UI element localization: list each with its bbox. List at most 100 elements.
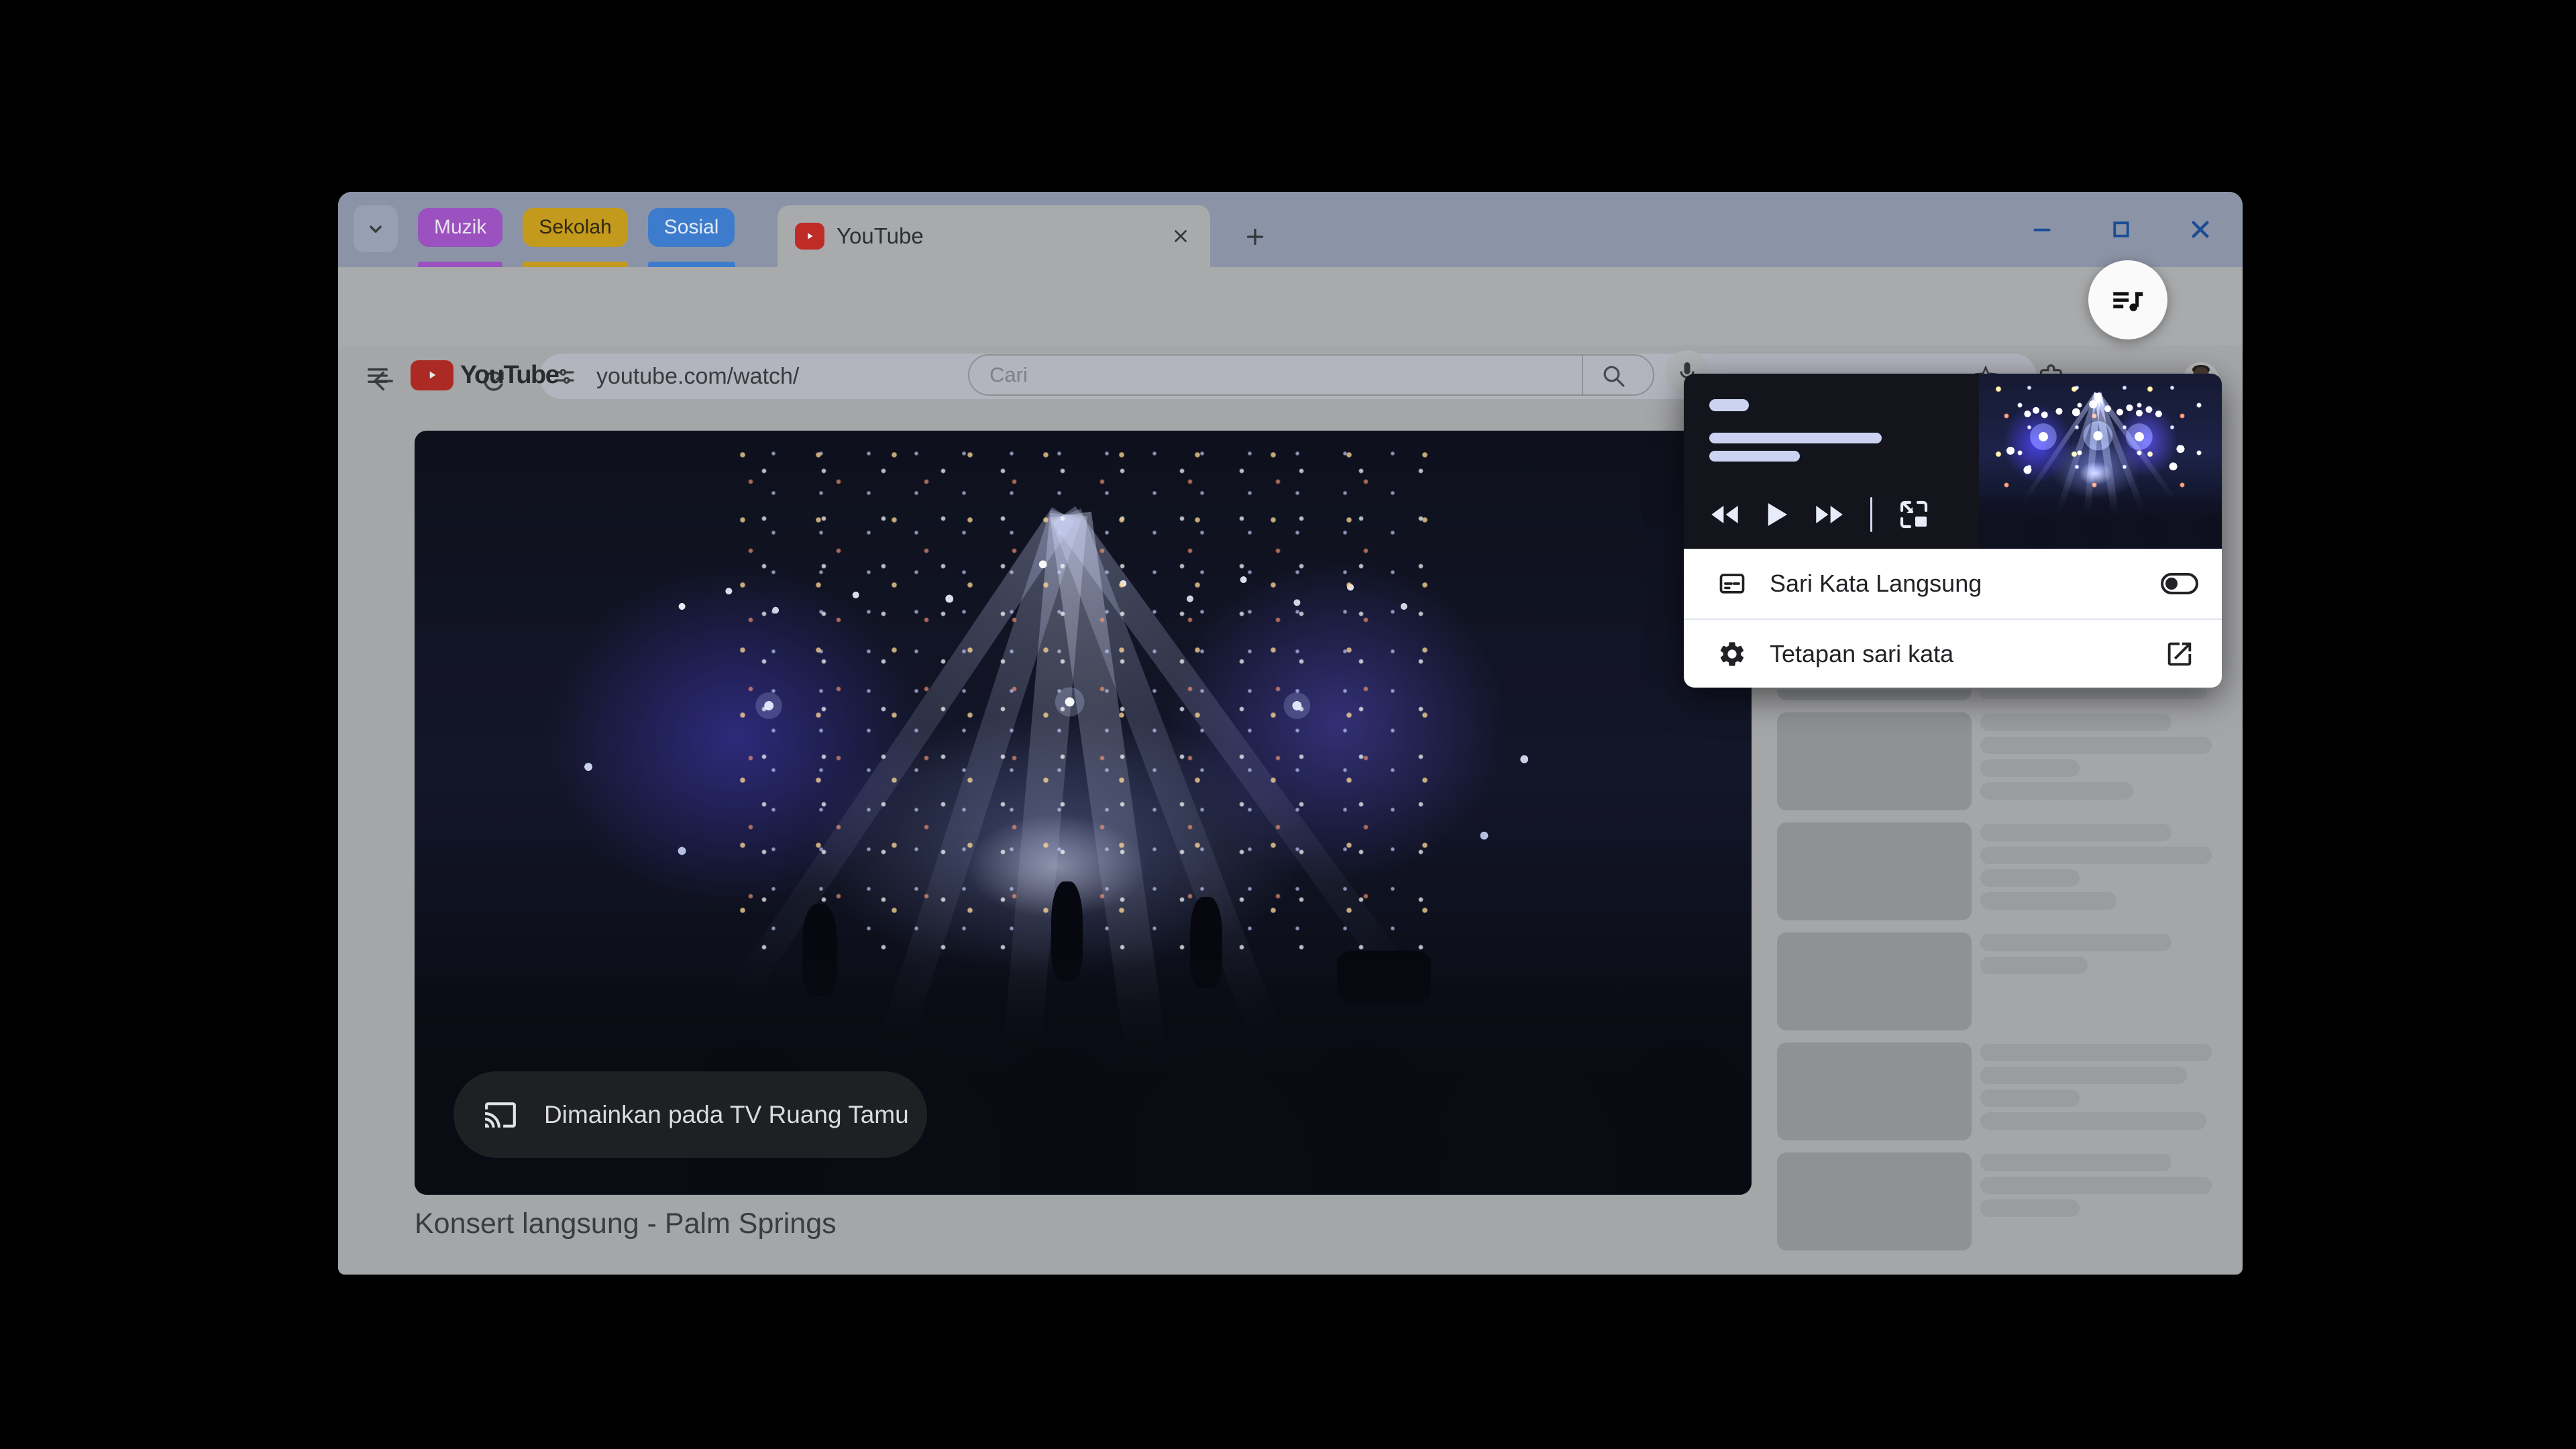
- cast-status-overlay: Dimainkan pada TV Ruang Tamu: [453, 1071, 927, 1158]
- window-controls: [2021, 192, 2243, 267]
- gear-icon: [1717, 639, 1747, 669]
- close-window-button[interactable]: [2180, 209, 2221, 250]
- next-track-button[interactable]: [1814, 503, 1845, 526]
- picture-in-picture-icon: [1900, 500, 1928, 529]
- media-title-placeholder: [1709, 433, 1882, 443]
- skeleton-line: [1980, 824, 2171, 841]
- live-caption-toggle[interactable]: [2160, 569, 2199, 598]
- skeleton-thumbnail: [1777, 690, 1972, 700]
- skeleton-item-partial: [1777, 690, 2220, 700]
- skeleton-line: [1980, 847, 2212, 864]
- skeleton-line: [1980, 934, 2171, 951]
- skeleton-list-item: [1777, 712, 2220, 810]
- video-player[interactable]: Dimainkan pada TV Ruang Tamu: [415, 431, 1752, 1195]
- media-controls-button[interactable]: [2088, 260, 2167, 339]
- skeleton-line: [1980, 1067, 2187, 1084]
- skeleton-thumbnail: [1777, 822, 1972, 920]
- open-in-new-icon: [2167, 642, 2192, 665]
- skeleton-line: [1980, 690, 2206, 699]
- skeleton-line: [1980, 869, 2080, 887]
- skeleton-line: [1980, 759, 2080, 777]
- search-divider: [1582, 356, 1583, 394]
- previous-track-button[interactable]: [1709, 503, 1740, 526]
- new-tab-button[interactable]: [1236, 217, 1275, 256]
- tab-group-chip-muzik[interactable]: Muzik: [418, 208, 503, 247]
- skeleton-list-item: [1777, 822, 2220, 920]
- skeleton-line: [1980, 1199, 2080, 1217]
- skeleton-thumbnail: [1777, 932, 1972, 1030]
- caption-settings-row[interactable]: Tetapan sari kata: [1684, 620, 2222, 688]
- skeleton-line: [1980, 737, 2212, 754]
- maximize-button[interactable]: [2100, 209, 2142, 250]
- skeleton-line: [1980, 1177, 2212, 1194]
- confetti: [735, 445, 1431, 951]
- skeleton-list-item: [1777, 932, 2220, 1030]
- media-playback-controls: [1709, 497, 1930, 532]
- skeleton-line: [1980, 957, 2088, 974]
- media-session-card: [1684, 374, 2222, 549]
- youtube-logo-text: YouTube: [460, 360, 559, 389]
- cast-icon: [484, 1098, 517, 1132]
- tab-search-button[interactable]: [354, 205, 398, 252]
- close-icon: [2192, 221, 2209, 238]
- play-button[interactable]: [1766, 502, 1788, 527]
- plus-icon: [1246, 228, 1264, 246]
- tab-group-chip-sosial[interactable]: Sosial: [647, 208, 735, 247]
- search-input[interactable]: Cari: [968, 354, 1654, 396]
- maximize-icon: [2113, 221, 2129, 237]
- skeleton-line: [1980, 1044, 2212, 1061]
- screenshot-stage: Muzik Sekolah Sosial YouTube youtube.com…: [0, 0, 2576, 1449]
- live-caption-label: Sari Kata Langsung: [1770, 570, 1982, 597]
- youtube-favicon: [795, 223, 824, 250]
- youtube-logo[interactable]: YouTube: [411, 359, 559, 391]
- search-icon: [1603, 366, 1625, 387]
- global-media-controls-popup: Sari Kata Langsung Tetapan sari kata: [1684, 374, 2222, 688]
- media-artist-placeholder: [1709, 451, 1800, 462]
- skeleton-line: [1980, 892, 2116, 910]
- tab-close-button[interactable]: [1166, 221, 1195, 251]
- skeleton-line: [1980, 782, 2133, 800]
- skeleton-line: [1980, 1089, 2080, 1107]
- live-caption-row[interactable]: Sari Kata Langsung: [1684, 549, 2222, 619]
- tab-group-underline: [523, 262, 627, 267]
- toggle-off: [2161, 573, 2198, 594]
- skeleton-list-item: [1777, 1042, 2220, 1140]
- close-icon: [1175, 230, 1187, 242]
- fast-forward-icon: [1816, 505, 1843, 524]
- video-title: Konsert langsung - Palm Springs: [415, 1208, 837, 1240]
- skeleton-thumbnail: [1777, 1042, 1972, 1140]
- skeleton-thumbnail: [1777, 1152, 1972, 1250]
- browser-toolbar: youtube.com/watch/: [338, 267, 2243, 399]
- controls-divider: [1870, 497, 1872, 532]
- tab-youtube[interactable]: YouTube: [777, 205, 1210, 267]
- media-playlist-icon: [2113, 292, 2143, 311]
- tab-group-chips: Muzik Sekolah Sosial: [418, 208, 735, 247]
- media-source-placeholder: [1709, 399, 1749, 411]
- skeleton-list-item: [1777, 1152, 2220, 1250]
- menu-button[interactable]: [362, 360, 393, 391]
- picture-in-picture-button[interactable]: [1898, 498, 1930, 531]
- tab-group-chip-sekolah[interactable]: Sekolah: [523, 208, 628, 247]
- skeleton-line: [1980, 1154, 2171, 1171]
- browser-window: Muzik Sekolah Sosial YouTube youtube.com…: [338, 192, 2243, 1275]
- search-button[interactable]: [1599, 361, 1628, 390]
- play-icon: [1768, 503, 1788, 526]
- minimize-icon: [2033, 228, 2051, 231]
- live-caption-icon: [1717, 569, 1747, 598]
- tab-group-underline: [418, 262, 502, 267]
- skeleton-line: [1980, 714, 2171, 731]
- caption-settings-label: Tetapan sari kata: [1770, 639, 1954, 667]
- open-caption-settings[interactable]: [2160, 639, 2199, 669]
- hamburger-icon: [368, 368, 388, 383]
- youtube-logo-icon: [411, 360, 453, 390]
- minimize-button[interactable]: [2021, 209, 2063, 250]
- cast-status-label: Dimainkan pada TV Ruang Tamu: [544, 1100, 909, 1128]
- skeleton-thumbnail: [1777, 712, 1972, 810]
- chevron-down-icon: [370, 225, 382, 233]
- search-placeholder: Cari: [989, 363, 1028, 386]
- tab-group-underline: [648, 262, 735, 267]
- tab-title: YouTube: [837, 223, 924, 248]
- rewind-icon: [1711, 505, 1738, 524]
- skeleton-line: [1980, 1112, 2206, 1130]
- media-artwork: [1979, 374, 2222, 549]
